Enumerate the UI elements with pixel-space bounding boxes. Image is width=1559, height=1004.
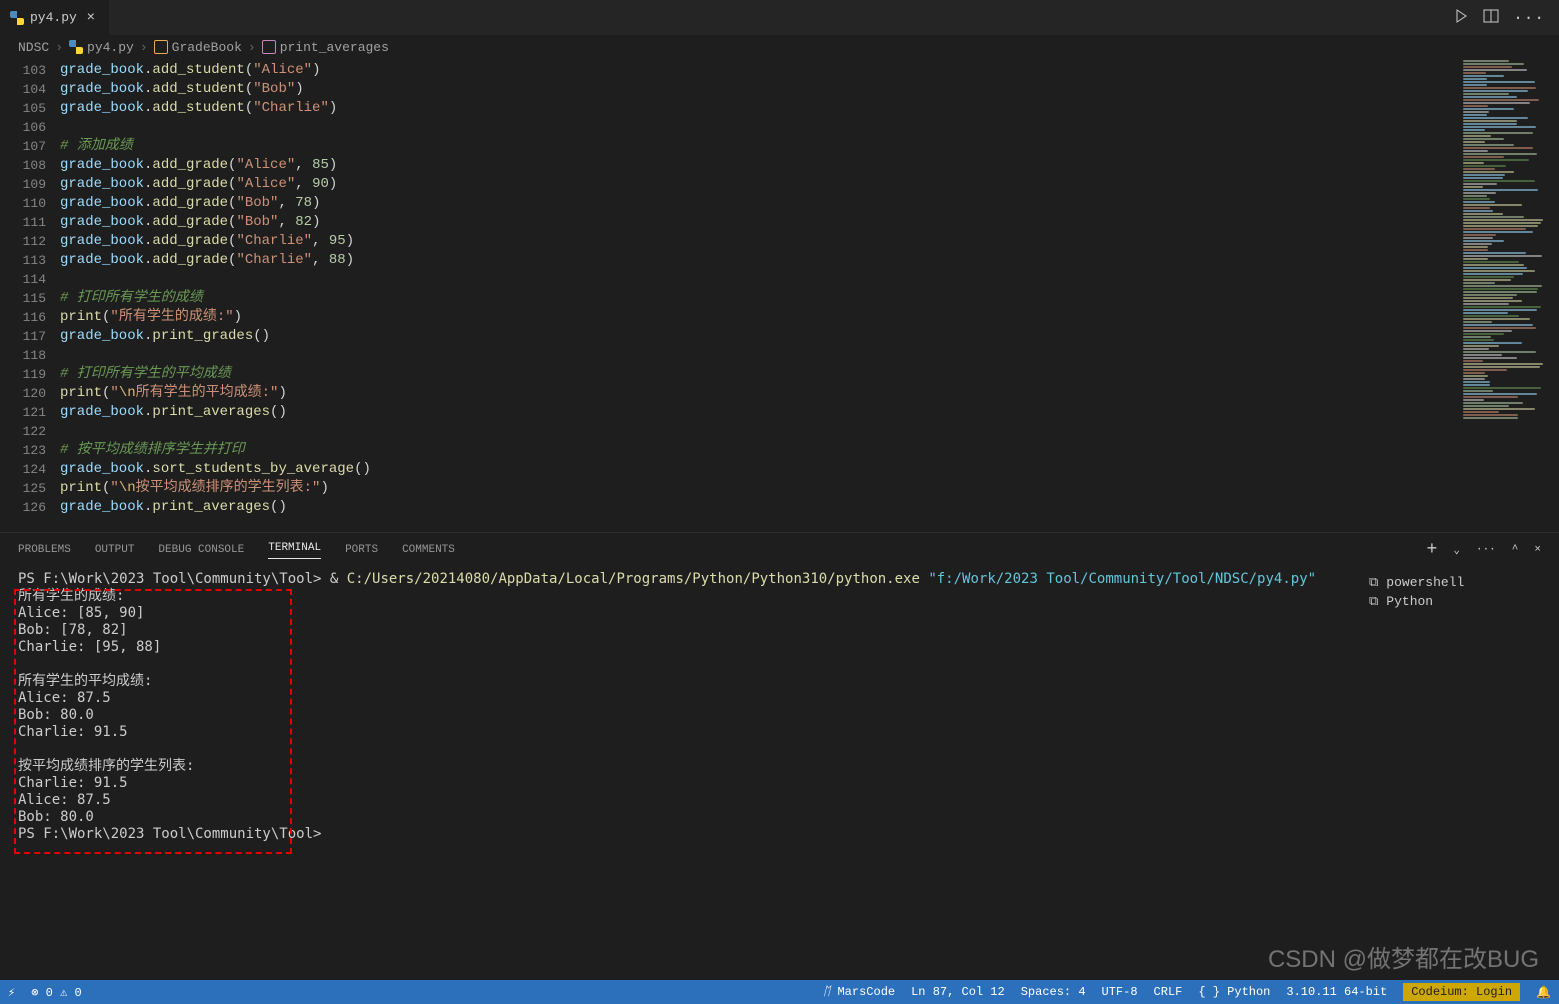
breadcrumb[interactable]: NDSC › py4.py › GradeBook › print_averag…: [0, 35, 1559, 59]
python-icon: [10, 11, 24, 25]
sb-codeium[interactable]: Codeium: Login: [1403, 983, 1520, 1001]
remote-icon[interactable]: ⚡: [8, 985, 15, 1000]
terminal-icon: ⧉: [1369, 575, 1378, 590]
line-gutter: 1031041051061071081091101111121131141151…: [0, 59, 60, 532]
sb-marscode[interactable]: ᛖ MarsCode: [823, 985, 895, 999]
sb-eol[interactable]: CRLF: [1154, 985, 1183, 999]
tab-ports[interactable]: PORTS: [345, 544, 378, 556]
more-icon[interactable]: ···: [1513, 9, 1545, 27]
panel-tabs: PROBLEMS OUTPUT DEBUG CONSOLE TERMINAL P…: [0, 533, 1559, 567]
sb-pyver[interactable]: 3.10.11 64-bit: [1286, 985, 1387, 999]
breadcrumb-method[interactable]: print_averages: [280, 40, 389, 55]
maximize-panel-icon[interactable]: ^: [1512, 544, 1519, 556]
more-icon[interactable]: ···: [1476, 544, 1496, 556]
tab-terminal[interactable]: TERMINAL: [268, 542, 321, 559]
split-editor-icon[interactable]: [1483, 8, 1499, 28]
chevron-right-icon: ›: [246, 40, 258, 55]
editor[interactable]: 1031041051061071081091101111121131141151…: [0, 59, 1559, 532]
terminal-item-python[interactable]: ⧉Python: [1369, 592, 1549, 611]
chevron-right-icon: ›: [53, 40, 65, 55]
run-icon[interactable]: [1453, 8, 1469, 28]
close-icon[interactable]: ×: [83, 10, 99, 26]
breadcrumb-root[interactable]: NDSC: [18, 40, 49, 55]
terminal-item-powershell[interactable]: ⧉powershell: [1369, 573, 1549, 592]
file-tab[interactable]: py4.py ×: [0, 0, 110, 35]
status-bar: ⚡ ⊗ 0 ⚠ 0 ᛖ MarsCode Ln 87, Col 12 Space…: [0, 980, 1559, 1004]
errors-warnings[interactable]: ⊗ 0 ⚠ 0: [31, 985, 81, 1000]
tab-problems[interactable]: PROBLEMS: [18, 544, 71, 556]
sb-spaces[interactable]: Spaces: 4: [1021, 985, 1086, 999]
minimap[interactable]: [1459, 59, 1559, 532]
breadcrumb-class[interactable]: GradeBook: [172, 40, 242, 55]
tab-bar: py4.py × ···: [0, 0, 1559, 35]
notifications-icon[interactable]: 🔔: [1536, 985, 1551, 1000]
tab-debug[interactable]: DEBUG CONSOLE: [158, 544, 244, 556]
watermark: CSDN @做梦都在改BUG: [1268, 939, 1539, 974]
method-icon: [262, 40, 276, 54]
terminal-list: ⧉powershell ⧉Python: [1359, 567, 1559, 982]
class-icon: [154, 40, 168, 54]
python-icon: [69, 40, 83, 54]
tab-output[interactable]: OUTPUT: [95, 544, 135, 556]
code-content[interactable]: grade_book.add_student("Alice")grade_boo…: [60, 59, 1559, 532]
new-terminal-icon[interactable]: +: [1427, 540, 1438, 560]
editor-actions: ···: [1439, 0, 1559, 35]
tab-comments[interactable]: COMMENTS: [402, 544, 455, 556]
sb-encoding[interactable]: UTF-8: [1102, 985, 1138, 999]
chevron-right-icon: ›: [138, 40, 150, 55]
sb-lang[interactable]: { } Python: [1198, 985, 1270, 999]
breadcrumb-file[interactable]: py4.py: [87, 40, 134, 55]
panel: PROBLEMS OUTPUT DEBUG CONSOLE TERMINAL P…: [0, 532, 1559, 982]
sb-lncol[interactable]: Ln 87, Col 12: [911, 985, 1005, 999]
close-panel-icon[interactable]: ×: [1534, 544, 1541, 556]
tab-filename: py4.py: [30, 10, 77, 25]
chevron-down-icon[interactable]: ⌄: [1453, 543, 1460, 557]
terminal-content[interactable]: PS F:\Work\2023 Tool\Community\Tool> & C…: [0, 567, 1359, 982]
terminal-icon: ⧉: [1369, 594, 1378, 609]
